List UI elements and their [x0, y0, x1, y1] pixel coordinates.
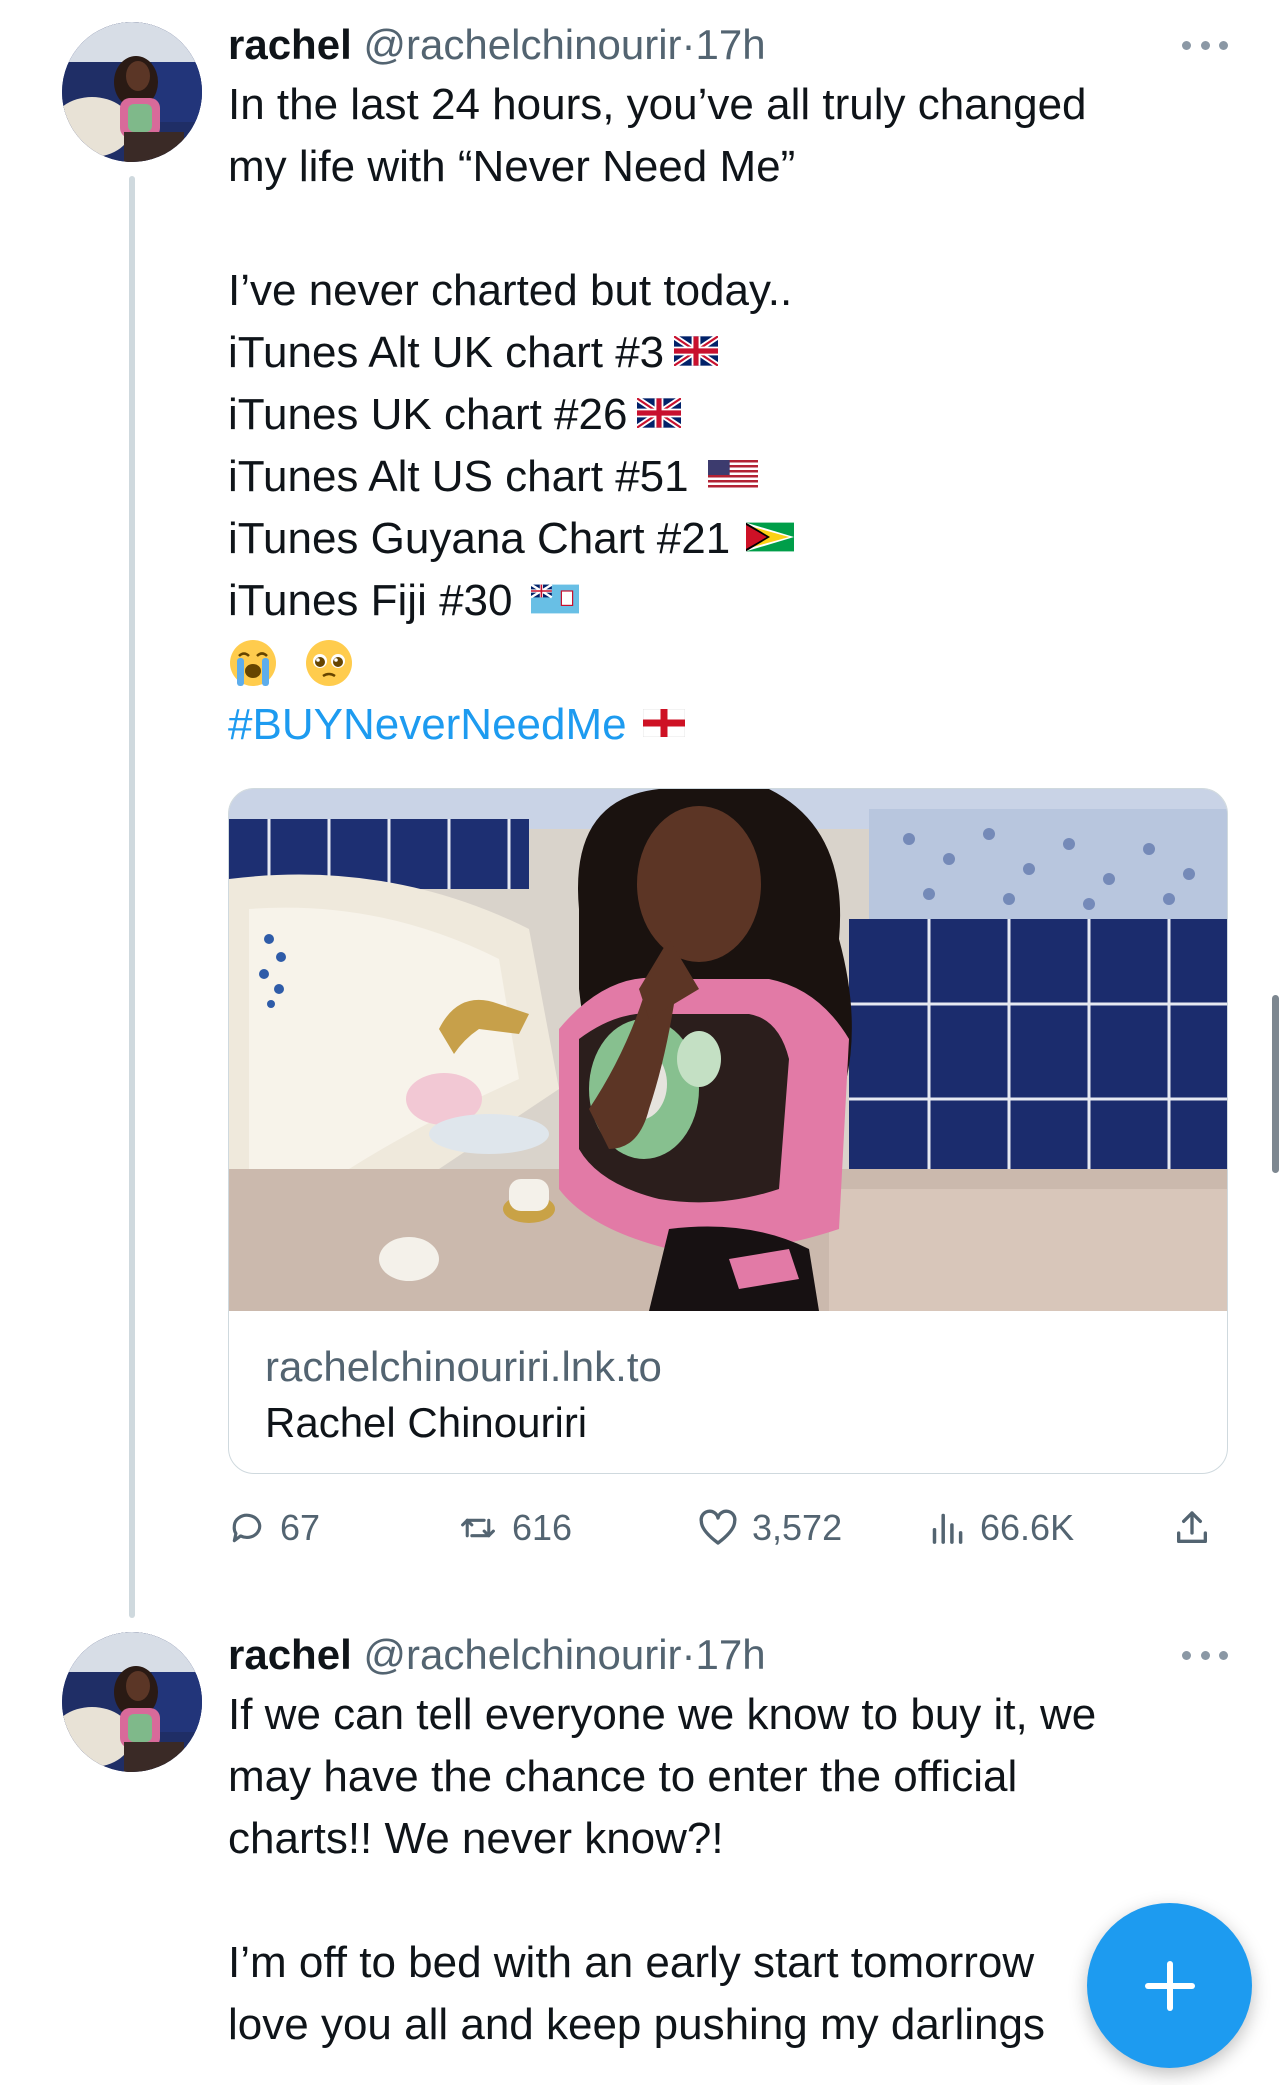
- tweet-line: iTunes Alt UK chart #3: [228, 322, 1228, 384]
- tweet-line: I’ve never charted but today..: [228, 266, 793, 315]
- like-button[interactable]: 3,572: [698, 1498, 842, 1558]
- thread-line: [129, 176, 135, 1618]
- pleading-face-icon: [306, 640, 353, 687]
- guyana-flag-icon: [746, 522, 795, 552]
- loudly-crying-face-icon: [230, 640, 276, 687]
- reply-icon: [232, 1513, 262, 1543]
- more-options-icon[interactable]: [1182, 38, 1228, 52]
- share-icon: [1177, 1511, 1207, 1543]
- author-name[interactable]: rachel: [228, 21, 352, 68]
- views-chart-icon: [932, 1513, 963, 1544]
- hashtag-link[interactable]: #BUYNeverNeedMe: [228, 700, 627, 749]
- author-handle[interactable]: @rachelchinourir: [363, 21, 681, 68]
- hashtag-line: #BUYNeverNeedMe: [228, 694, 1228, 756]
- tweet-header: rachel @rachelchinourir·17h: [228, 1626, 1228, 1684]
- compose-button[interactable]: [1087, 1903, 1252, 2068]
- tweet-line: iTunes UK chart #26: [228, 384, 1228, 446]
- avatar[interactable]: [62, 22, 202, 162]
- tweet-header: rachel @rachelchinourir·17h: [228, 16, 1228, 74]
- uk-flag-icon: [674, 336, 719, 367]
- scrollbar[interactable]: [1272, 995, 1279, 1173]
- card-domain: rachelchinouriri.lnk.to: [265, 1343, 662, 1390]
- repost-icon: [461, 1518, 495, 1538]
- separator-dot: ·: [681, 1631, 696, 1678]
- share-button[interactable]: [1172, 1498, 1226, 1558]
- views-count: 66.6K: [980, 1507, 1075, 1548]
- plus-icon: [1144, 1960, 1195, 2011]
- views-button[interactable]: 66.6K: [928, 1498, 1074, 1558]
- tweet-line: charts!! We never know?!: [228, 1814, 724, 1863]
- chart-line-text: iTunes Fiji #30: [228, 576, 513, 625]
- link-preview-card[interactable]: rachelchinouriri.lnk.to Rachel Chinourir…: [228, 788, 1228, 1474]
- tweet-line: love you all and keep pushing my darling…: [228, 2000, 1045, 2049]
- tweet-actions: 67 616 3,572 66.6K: [228, 1498, 1228, 1558]
- card-title: Rachel Chinouriri: [265, 1399, 588, 1446]
- chart-line-text: iTunes Alt UK chart #3: [228, 328, 665, 377]
- tweet-line: iTunes Alt US chart #51: [228, 446, 1228, 508]
- tweet-line: iTunes Fiji #30: [228, 570, 1228, 632]
- tweet-line: If we can tell everyone we know to buy i…: [228, 1690, 1097, 1739]
- heart-icon: [699, 1509, 737, 1545]
- tweet-line: iTunes Guyana Chart #21: [228, 508, 1228, 570]
- fiji-flag-icon: [530, 584, 579, 614]
- uk-flag-icon: [637, 398, 682, 429]
- card-image[interactable]: [229, 789, 1227, 1311]
- chart-line-text: iTunes Alt US chart #51: [228, 452, 689, 501]
- like-count: 3,572: [752, 1507, 843, 1548]
- chart-line-text: iTunes UK chart #26: [228, 390, 628, 439]
- author-name[interactable]: rachel: [228, 1631, 352, 1678]
- author-handle[interactable]: @rachelchinourir: [363, 1631, 681, 1678]
- tweet-text: In the last 24 hours, you’ve all truly c…: [228, 74, 1228, 756]
- tweet-line: my life with “Never Need Me”: [228, 142, 796, 191]
- us-flag-icon: [707, 460, 758, 491]
- reply-button[interactable]: 67: [228, 1498, 320, 1558]
- repost-count: 616: [512, 1507, 573, 1548]
- tweet-line: I’m off to bed with an early start tomor…: [228, 1938, 1035, 1987]
- separator-dot: ·: [681, 21, 696, 68]
- more-options-icon[interactable]: [1182, 1648, 1228, 1662]
- repost-button[interactable]: 616: [458, 1498, 572, 1558]
- timestamp[interactable]: 17h: [696, 21, 766, 68]
- tweet-line: may have the chance to enter the officia…: [228, 1752, 1018, 1801]
- tweet-line: In the last 24 hours, you’ve all truly c…: [228, 80, 1087, 129]
- reply-count: 67: [280, 1507, 321, 1548]
- timestamp[interactable]: 17h: [696, 1631, 766, 1678]
- chart-line-text: iTunes Guyana Chart #21: [228, 514, 731, 563]
- england-flag-icon: [642, 709, 685, 738]
- avatar[interactable]: [62, 1632, 202, 1772]
- tweet-text: If we can tell everyone we know to buy i…: [228, 1684, 1228, 2056]
- emoji-line: [228, 632, 1228, 694]
